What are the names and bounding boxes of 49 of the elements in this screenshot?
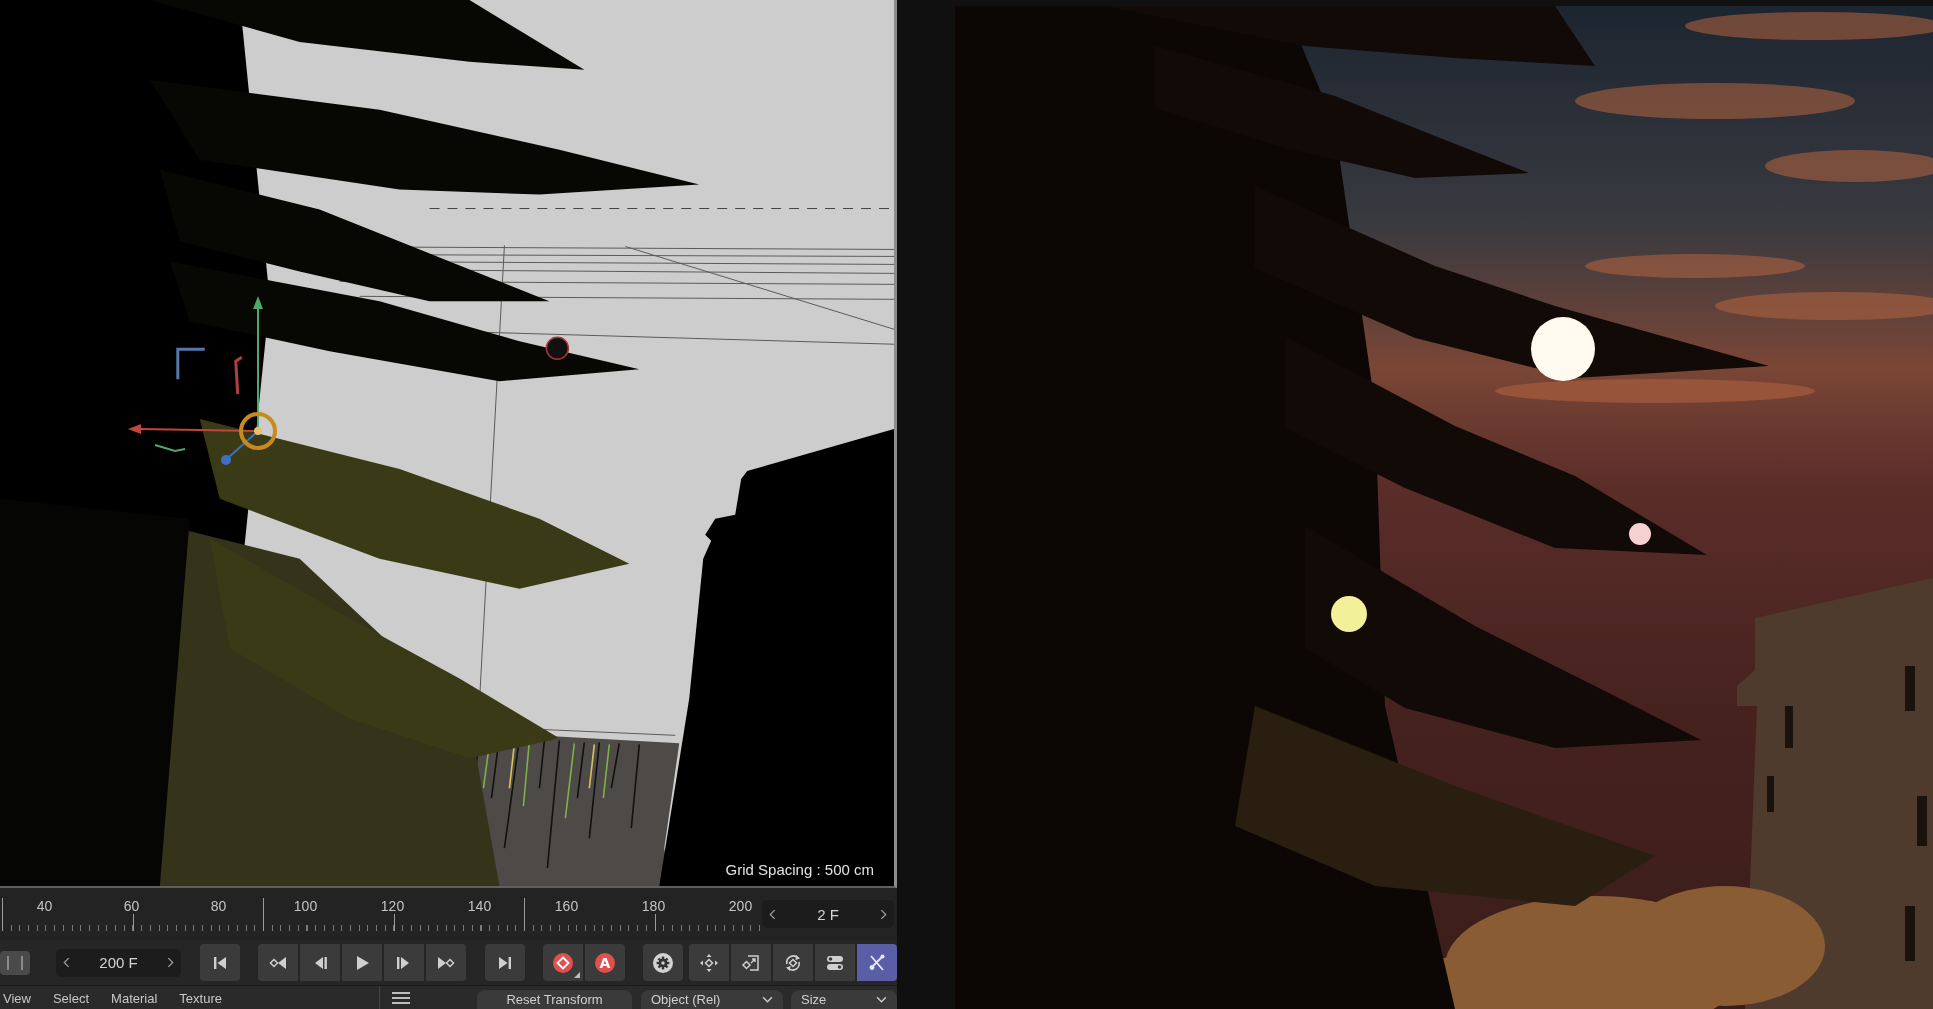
coordinate-mode-dropdown[interactable]: Object (Rel): [641, 990, 783, 1009]
current-frame-field[interactable]: 2 F: [762, 900, 894, 928]
key-settings-button[interactable]: [643, 944, 683, 981]
menu-item[interactable]: Select: [52, 991, 90, 1007]
chevron-right-icon[interactable]: [880, 908, 887, 920]
settings-icon: [653, 952, 673, 973]
range-handle-icon[interactable]: [0, 950, 30, 975]
autokey-button[interactable]: A: [585, 944, 625, 981]
chevron-right-icon[interactable]: [167, 957, 174, 968]
play-button[interactable]: [342, 944, 382, 981]
scale-key-button[interactable]: [731, 944, 771, 981]
frame-number: 200: [727, 898, 754, 914]
rotation-key-button[interactable]: [773, 944, 813, 981]
go-to-end-button[interactable]: [485, 944, 525, 981]
frame-number: 160: [553, 898, 580, 914]
frame-number: 140: [466, 898, 493, 914]
size-mode-dropdown[interactable]: Size: [791, 990, 897, 1009]
previous-key-button[interactable]: [258, 944, 298, 981]
crossed-points-icon: [867, 952, 887, 973]
frame-number: 100: [292, 898, 319, 914]
scale-frame-icon: [741, 952, 761, 973]
next-key-button[interactable]: [426, 944, 466, 981]
menu-item[interactable]: View: [3, 991, 31, 1007]
record-key-button[interactable]: [543, 944, 583, 981]
next-frame-button[interactable]: [384, 944, 424, 981]
frame-number: 80: [209, 898, 228, 914]
chevron-left-icon[interactable]: [63, 957, 70, 968]
frame-number: 180: [640, 898, 667, 914]
menu-icon[interactable]: [391, 991, 411, 1005]
end-frame-field[interactable]: 200 F: [56, 948, 181, 977]
chevron-down-icon: [762, 996, 773, 1003]
rotate-arrows-icon: [783, 952, 803, 973]
position-key-button[interactable]: [689, 944, 729, 981]
menu-item[interactable]: Texture: [179, 991, 222, 1007]
chevron-down-icon: [876, 996, 887, 1003]
frame-number: 120: [379, 898, 406, 914]
point-level-key-button[interactable]: [857, 944, 897, 981]
previous-frame-button[interactable]: [300, 944, 340, 981]
chevron-left-icon[interactable]: [769, 908, 776, 920]
grid-spacing-label: Grid Spacing : 500 cm: [725, 861, 874, 878]
parameter-key-button[interactable]: [815, 944, 855, 981]
menu-item[interactable]: Material: [111, 991, 158, 1007]
go-to-start-button[interactable]: [200, 944, 240, 981]
frame-number: 40: [35, 898, 54, 914]
record-key-icon: [553, 952, 573, 973]
move-arrows-icon: [699, 952, 719, 973]
dropdown-corner-icon: [574, 972, 580, 978]
frame-number: 60: [122, 898, 141, 914]
reset-transform-button[interactable]: Reset Transform: [477, 990, 632, 1009]
